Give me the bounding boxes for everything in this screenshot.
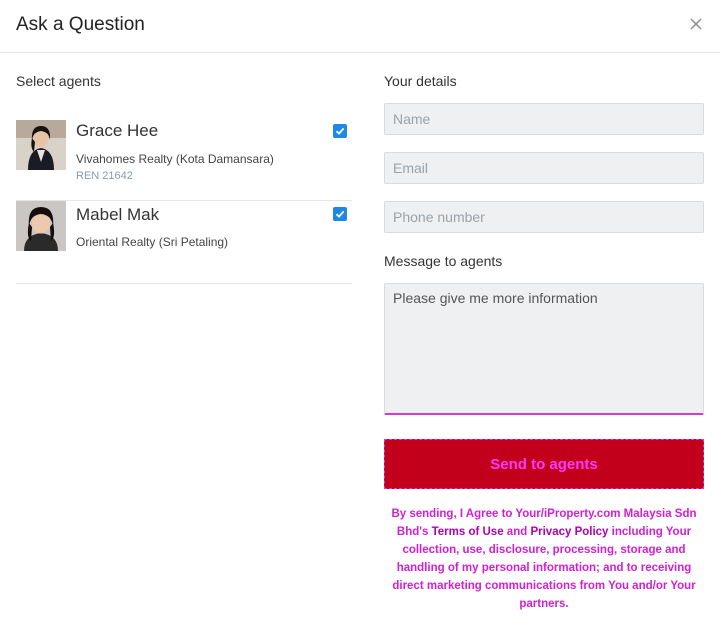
- agent-select-checkbox[interactable]: [333, 124, 347, 138]
- legal-and: and: [503, 526, 531, 538]
- agent-select-checkbox[interactable]: [333, 207, 347, 221]
- message-label: Message to agents: [384, 253, 503, 269]
- agent-ren-number: REN 21642: [76, 170, 133, 182]
- name-field[interactable]: [384, 103, 704, 135]
- agent-agency: Vivahomes Realty (Kota Damansara): [76, 152, 274, 166]
- email-field[interactable]: [384, 152, 704, 184]
- agent-name: Grace Hee: [76, 121, 159, 140]
- agent-item: Grace Hee Vivahomes Realty (Kota Damansa…: [16, 115, 352, 201]
- avatar: [16, 201, 66, 251]
- legal-disclaimer: By sending, I Agree to Your/iProperty.co…: [384, 505, 704, 613]
- dialog-title: Ask a Question: [16, 14, 145, 35]
- legal-suffix: including Your collection, use, disclosu…: [392, 526, 696, 610]
- avatar: [16, 120, 66, 170]
- your-details-label: Your details: [384, 73, 457, 89]
- agent-agency: Oriental Realty (Sri Petaling): [76, 235, 229, 249]
- message-textarea[interactable]: Please give me more information: [384, 283, 704, 415]
- send-to-agents-button[interactable]: Send to agents: [384, 439, 704, 489]
- close-icon[interactable]: [686, 14, 706, 34]
- dialog-header: Ask a Question: [0, 0, 720, 53]
- agent-item: Mabel Mak Oriental Realty (Sri Petaling): [16, 201, 352, 284]
- select-agents-label: Select agents: [16, 73, 101, 89]
- terms-of-use-link[interactable]: Terms of Use: [432, 526, 504, 538]
- privacy-policy-link[interactable]: Privacy Policy: [530, 526, 608, 538]
- agent-name: Mabel Mak: [76, 205, 160, 224]
- phone-field[interactable]: [384, 201, 704, 233]
